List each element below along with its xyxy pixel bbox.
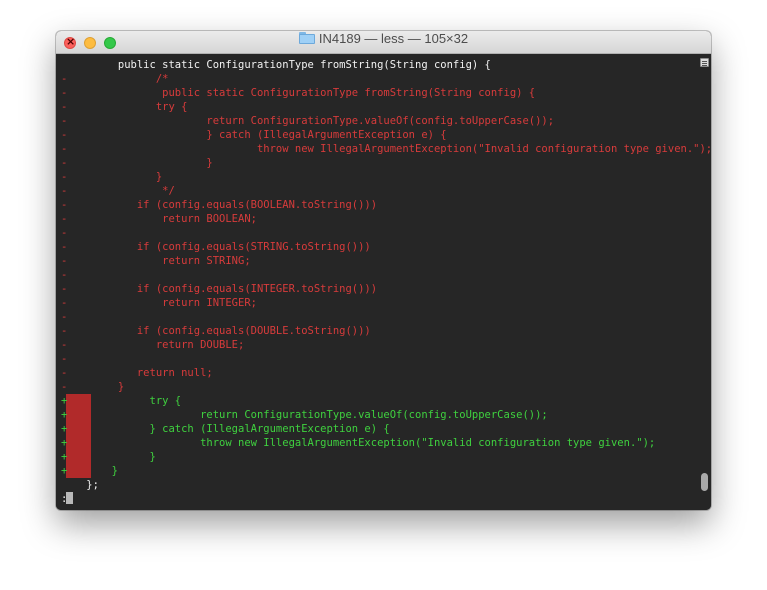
diff-removed-line: - — [61, 311, 68, 323]
diff-removed-line: - public static ConfigurationType fromSt… — [61, 87, 536, 99]
diff-removed-line: - if (config.equals(BOOLEAN.toString())) — [61, 199, 378, 211]
terminal-window: IN4189 — less — 105×32 public static Con… — [56, 31, 711, 510]
diff-removed-line: - */ — [61, 185, 175, 197]
scrollbar-thumb[interactable] — [701, 473, 708, 491]
window-title: IN4189 — less — 105×32 — [318, 31, 469, 46]
diff-removed-line: - try { — [61, 101, 188, 113]
diff-removed-line: - if (config.equals(INTEGER.toString())) — [61, 283, 378, 295]
diff-added-line: + } — [61, 465, 118, 477]
diff-removed-line: - — [61, 227, 68, 239]
diff-removed-line: - return INTEGER; — [61, 297, 257, 309]
diff-removed-line: - return STRING; — [61, 255, 251, 267]
terminal-content[interactable]: public static ConfigurationType fromStri… — [56, 54, 711, 510]
scrollbar[interactable] — [699, 70, 710, 508]
diff-added-line: + } catch (IllegalArgumentException e) { — [61, 423, 390, 435]
diff-removed-line: - } — [61, 157, 213, 169]
diff-context-line: : — [61, 493, 68, 505]
diff-context-line: }; — [61, 479, 99, 491]
diff-removed-line: - /* — [61, 73, 169, 85]
diff-removed-line: - throw new IllegalArgumentException("In… — [61, 143, 711, 155]
diff-removed-line: - } catch (IllegalArgumentException e) { — [61, 129, 447, 141]
diff-removed-line: - return ConfigurationType.valueOf(confi… — [61, 115, 555, 127]
diff-added-line: + return ConfigurationType.valueOf(confi… — [61, 409, 548, 421]
diff-context-line: public static ConfigurationType fromStri… — [61, 59, 491, 71]
diff-removed-line: - — [61, 353, 68, 365]
diff-removed-line: - if (config.equals(STRING.toString())) — [61, 241, 371, 253]
title-bar[interactable]: IN4189 — less — 105×32 — [56, 31, 711, 54]
diff-removed-line: - return DOUBLE; — [61, 339, 245, 351]
scrollback-icon[interactable] — [700, 58, 709, 67]
diff-removed-line: - — [61, 269, 68, 281]
diff-removed-line: - return BOOLEAN; — [61, 213, 257, 225]
diff-removed-line: - return null; — [61, 367, 213, 379]
window-title-container: IN4189 — less — 105×32 — [56, 31, 711, 54]
diff-removed-line: - } — [61, 171, 163, 183]
diff-added-line: + throw new IllegalArgumentException("In… — [61, 437, 656, 449]
diff-added-line: + try { — [61, 395, 182, 407]
diff-added-line: + } — [61, 451, 156, 463]
diff-removed-line: - if (config.equals(DOUBLE.toString())) — [61, 325, 371, 337]
folder-icon — [298, 32, 315, 44]
diff-removed-line: - } — [61, 381, 125, 393]
